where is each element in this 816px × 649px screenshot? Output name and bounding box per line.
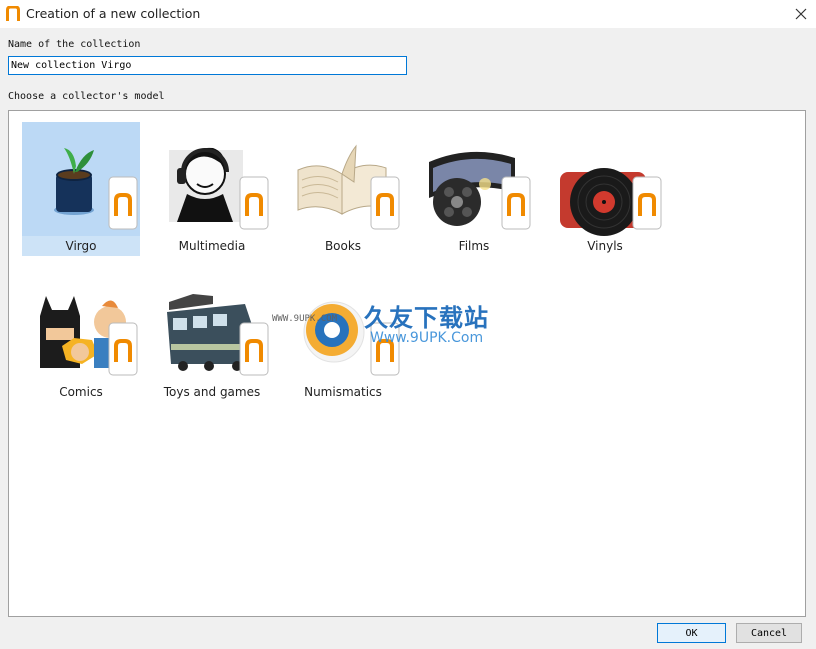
model-label: Vinyls bbox=[587, 239, 623, 253]
model-label: Virgo bbox=[65, 239, 97, 253]
app-badge-icon bbox=[632, 176, 662, 230]
model-label: Books bbox=[324, 239, 362, 253]
model-label: Multimedia bbox=[178, 239, 246, 253]
close-icon bbox=[795, 8, 807, 20]
app-badge-icon bbox=[108, 322, 138, 376]
model-tile-films[interactable]: Films bbox=[415, 122, 533, 256]
model-chooser-label: Choose a collector's model bbox=[8, 91, 165, 102]
collection-name-input[interactable] bbox=[8, 56, 407, 75]
watermark-small-text: WWW.9UPK.COM bbox=[272, 314, 338, 324]
watermark-logo-icon bbox=[306, 304, 358, 356]
watermark-url-text: Www.9UPK.Com bbox=[370, 330, 484, 346]
app-badge-icon bbox=[370, 176, 400, 230]
app-badge-icon bbox=[239, 322, 269, 376]
close-button[interactable] bbox=[788, 2, 814, 26]
model-tile-multimedia[interactable]: Multimedia bbox=[153, 122, 271, 256]
app-badge-icon bbox=[239, 176, 269, 230]
model-label: Films bbox=[458, 239, 490, 253]
model-label: Comics bbox=[59, 385, 103, 399]
window-title: Creation of a new collection bbox=[26, 6, 201, 21]
cancel-button[interactable]: Cancel bbox=[736, 623, 802, 643]
title-bar: Creation of a new collection bbox=[0, 0, 816, 28]
model-label: Toys and games bbox=[163, 385, 261, 399]
collection-name-label: Name of the collection bbox=[8, 39, 141, 50]
model-tile-comics[interactable]: Comics bbox=[22, 268, 140, 402]
model-tile-toys-and-games[interactable]: Toys and games bbox=[153, 268, 271, 402]
app-badge-icon bbox=[501, 176, 531, 230]
app-badge-icon bbox=[108, 176, 138, 230]
model-tile-vinyls[interactable]: Vinyls bbox=[546, 122, 664, 256]
ok-button[interactable]: OK bbox=[657, 623, 726, 643]
model-label: Numismatics bbox=[304, 385, 382, 399]
model-tile-books[interactable]: Books bbox=[284, 122, 402, 256]
app-logo-icon bbox=[6, 6, 20, 21]
watermark-cn-text: 久友下载站 bbox=[364, 304, 489, 332]
watermark: WWW.9UPK.COM 久友下载站 Www.9UPK.Com bbox=[272, 296, 520, 366]
model-tile-virgo[interactable]: Virgo bbox=[22, 122, 140, 256]
